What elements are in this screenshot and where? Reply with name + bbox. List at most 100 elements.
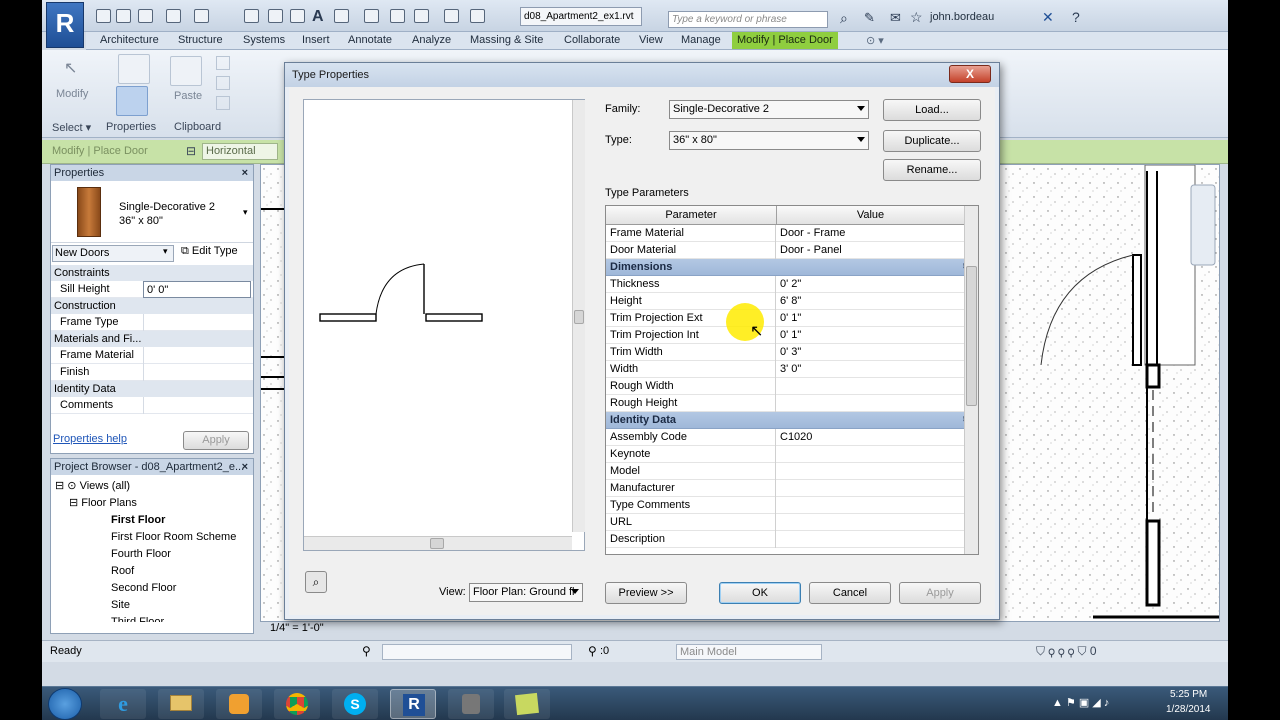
internet-explorer-icon[interactable]: e xyxy=(100,689,146,719)
param-row[interactable]: Door Material Door - Panel xyxy=(606,242,978,259)
tab-collaborate[interactable]: Collaborate xyxy=(564,33,620,48)
notes-icon[interactable] xyxy=(504,689,550,719)
apply-button[interactable]: Apply xyxy=(899,582,981,604)
exchange-icon[interactable]: ✕ xyxy=(1042,9,1054,26)
start-button-icon[interactable] xyxy=(48,688,82,720)
save-icon[interactable] xyxy=(116,9,131,23)
tab-modify-place-door[interactable]: Modify | Place Door xyxy=(732,32,838,49)
dimension-icon[interactable] xyxy=(268,9,283,23)
param-row[interactable]: Keynote xyxy=(606,446,978,463)
ok-button[interactable]: OK xyxy=(719,582,801,604)
param-row[interactable]: Type Comments xyxy=(606,497,978,514)
param-value[interactable] xyxy=(775,395,963,412)
apply-button[interactable]: Apply xyxy=(183,431,249,450)
type-properties-icon[interactable] xyxy=(118,54,150,84)
match-type-icon[interactable] xyxy=(216,96,230,110)
tag-icon[interactable] xyxy=(290,9,305,23)
tab-view[interactable]: View xyxy=(639,33,663,48)
prop-row[interactable]: Sill Height 0' 0" xyxy=(51,281,253,298)
dialog-title[interactable]: Type Properties xyxy=(285,63,999,87)
load-button[interactable]: Load... xyxy=(883,99,981,121)
tab-architecture[interactable]: Architecture xyxy=(100,33,159,48)
clock-time[interactable]: 5:25 PM xyxy=(1170,689,1207,700)
panel-label-select[interactable]: Select ▾ xyxy=(52,121,91,134)
file-explorer-icon[interactable] xyxy=(158,689,204,719)
design-option-select[interactable]: Main Model xyxy=(676,644,822,660)
prop-value[interactable] xyxy=(143,347,251,364)
column-header-value[interactable]: Value xyxy=(776,206,964,224)
favorites-icon[interactable]: ☆ xyxy=(910,9,923,26)
param-row[interactable]: Trim Projection Int 0' 1" xyxy=(606,327,978,344)
param-value[interactable] xyxy=(775,480,963,497)
prop-group-construction[interactable]: Construction xyxy=(51,298,253,314)
tab-massing-site[interactable]: Massing & Site xyxy=(470,33,543,48)
preview-toggle-icon[interactable]: ⌕ xyxy=(305,571,327,593)
paste-icon[interactable] xyxy=(170,56,202,86)
measure-icon[interactable] xyxy=(244,9,259,23)
param-value[interactable]: 6' 8" xyxy=(775,293,963,310)
edit-type-button[interactable]: ⧉ Edit Type xyxy=(181,245,238,258)
prop-row[interactable]: Finish xyxy=(51,364,253,381)
param-row[interactable]: Rough Width xyxy=(606,378,978,395)
param-value[interactable]: C1020 xyxy=(775,429,963,446)
chevron-down-icon[interactable]: ▾ xyxy=(243,207,248,218)
communication-icon[interactable]: ✉ xyxy=(890,10,901,26)
prop-row[interactable]: Frame Material xyxy=(51,347,253,364)
tree-item[interactable]: Fourth Floor xyxy=(55,546,253,563)
param-row[interactable]: Trim Projection Ext 0' 1" xyxy=(606,310,978,327)
param-value[interactable] xyxy=(775,497,963,514)
3d-view-icon[interactable] xyxy=(334,9,349,23)
skype-icon[interactable]: S xyxy=(332,689,378,719)
param-value[interactable]: 0' 2" xyxy=(775,276,963,293)
family-select[interactable]: Single-Decorative 2 xyxy=(669,100,869,119)
prop-row[interactable]: Comments xyxy=(51,397,253,414)
prop-group-materials[interactable]: Materials and Fi... xyxy=(51,331,253,347)
tree-node-views[interactable]: ⊟ ⊙ Views (all) xyxy=(55,478,253,495)
redo-icon[interactable] xyxy=(194,9,209,23)
prop-value[interactable] xyxy=(143,397,251,414)
prop-group-constraints[interactable]: Constraints xyxy=(51,265,253,281)
param-row[interactable]: Trim Width 0' 3" xyxy=(606,344,978,361)
cancel-button[interactable]: Cancel xyxy=(809,582,891,604)
revit-logo[interactable]: R xyxy=(46,2,84,48)
param-row[interactable]: Thickness 0' 2" xyxy=(606,276,978,293)
tree-item[interactable]: Second Floor xyxy=(55,580,253,597)
param-row[interactable]: Width 3' 0" xyxy=(606,361,978,378)
design-options-icon[interactable]: ⚲ xyxy=(588,641,597,661)
worksets-icon[interactable]: ⚲ xyxy=(362,641,371,661)
param-value[interactable] xyxy=(775,531,963,548)
customize-qat-icon[interactable] xyxy=(470,9,485,23)
rename-button[interactable]: Rename... xyxy=(883,159,981,181)
ribbon-toggle-icon[interactable]: ⊙ ▾ xyxy=(866,34,884,47)
close-icon[interactable]: × xyxy=(242,165,248,181)
text-icon[interactable]: A xyxy=(312,8,324,26)
param-group-dimensions[interactable]: Dimensions⇞ xyxy=(606,259,978,276)
param-value[interactable] xyxy=(775,378,963,395)
help-icon[interactable]: ? xyxy=(1072,9,1080,25)
param-value[interactable]: 0' 1" xyxy=(775,310,963,327)
tray-icons[interactable]: ▲ ⚑ ▣ ◢ ♪ xyxy=(1052,696,1109,709)
subscription-icon[interactable]: ✎ xyxy=(864,10,875,26)
modify-button[interactable]: Modify xyxy=(56,88,88,100)
scrollbar-thumb[interactable] xyxy=(430,538,444,549)
param-row[interactable]: Model xyxy=(606,463,978,480)
tab-analyze[interactable]: Analyze xyxy=(412,33,451,48)
close-icon[interactable]: × xyxy=(242,459,248,475)
tree-node-floor-plans[interactable]: ⊟ Floor Plans xyxy=(55,495,253,512)
properties-toggle-icon[interactable] xyxy=(116,86,148,116)
section-icon[interactable] xyxy=(364,9,379,23)
tab-systems[interactable]: Systems xyxy=(243,33,285,48)
undo-icon[interactable] xyxy=(166,9,181,23)
tab-annotate[interactable]: Annotate xyxy=(348,33,392,48)
tree-item[interactable]: First Floor Room Scheme xyxy=(55,529,253,546)
preview-button[interactable]: Preview >> xyxy=(605,582,687,604)
type-select[interactable]: 36" x 80" xyxy=(669,131,869,150)
prop-group-identity[interactable]: Identity Data xyxy=(51,381,253,397)
revit-taskbar-icon[interactable]: R xyxy=(390,689,436,719)
param-value[interactable] xyxy=(775,463,963,480)
tree-item[interactable]: Roof xyxy=(55,563,253,580)
tree-item[interactable]: Third Floor xyxy=(55,614,253,622)
orientation-select[interactable]: Horizontal xyxy=(202,143,278,160)
prop-value[interactable] xyxy=(143,314,251,331)
instance-filter-select[interactable]: New Doors xyxy=(52,245,174,262)
